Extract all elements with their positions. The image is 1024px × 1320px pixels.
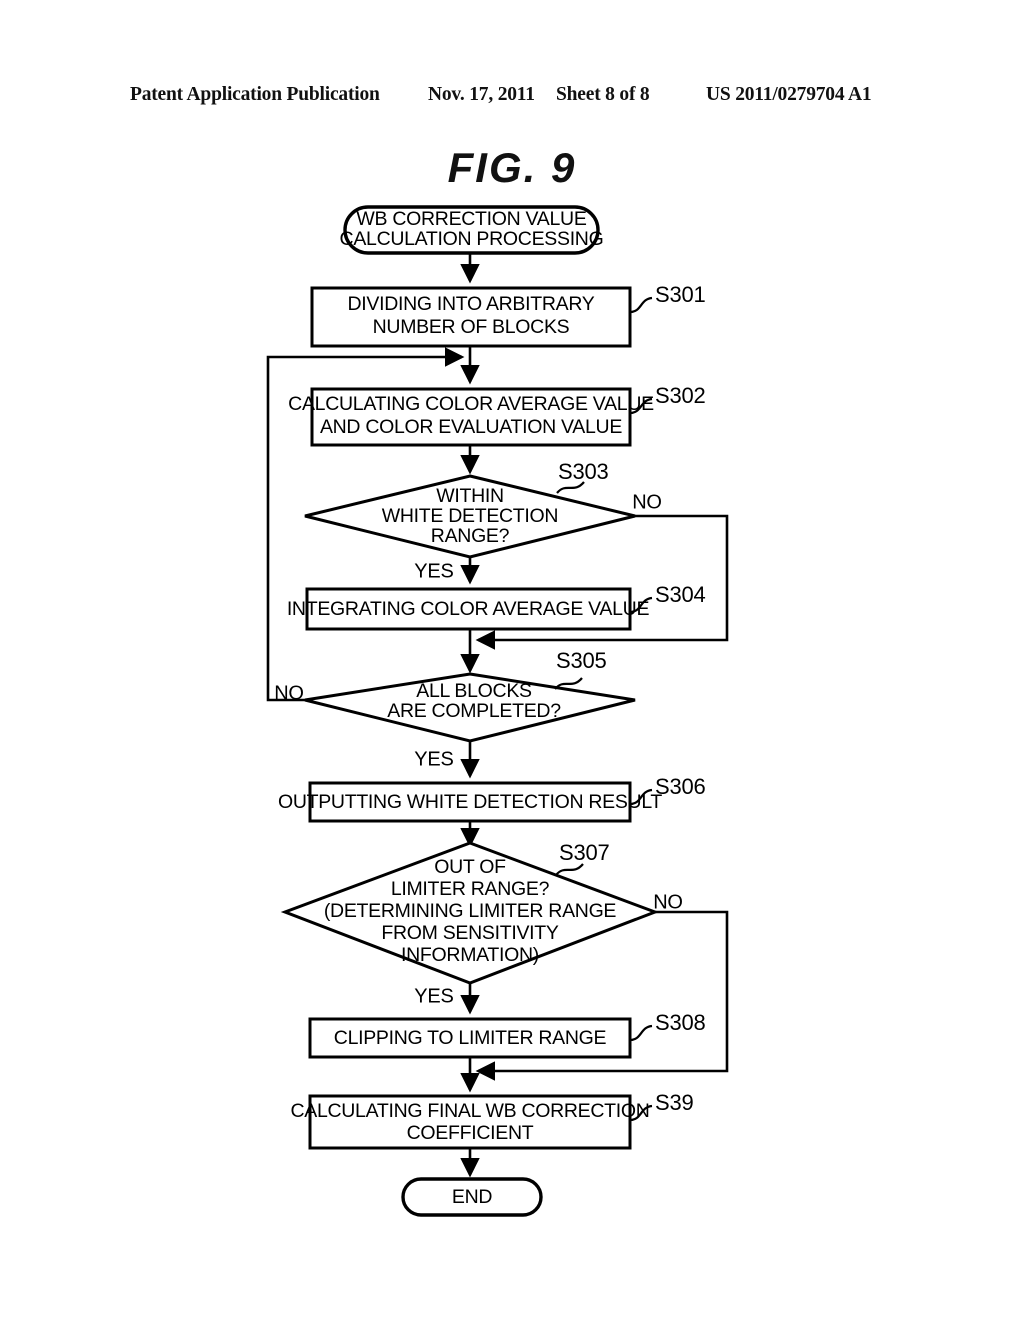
step-id-s301: S301 xyxy=(655,282,706,307)
node-s302-line-1: CALCULATING COLOR AVERAGE VALUE xyxy=(288,393,654,415)
node-s303-line-3: RANGE? xyxy=(431,525,510,547)
node-s301: DIVIDING INTO ARBITRARY NUMBER OF BLOCKS… xyxy=(310,282,706,348)
step-id-s302: S302 xyxy=(655,383,706,408)
node-s307-line-4: FROM SENSITIVITY xyxy=(381,922,559,944)
node-s39-line-1: CALCULATING FINAL WB CORRECTION xyxy=(290,1100,649,1122)
node-start: WB CORRECTION VALUE CALCULATION PROCESSI… xyxy=(340,205,604,255)
node-s307-line-1: OUT OF xyxy=(434,856,506,878)
node-s302: CALCULATING COLOR AVERAGE VALUE AND COLO… xyxy=(288,383,706,447)
node-s308-line-1: CLIPPING TO LIMITER RANGE xyxy=(334,1027,607,1049)
leader-s308 xyxy=(629,1024,653,1042)
node-s39-line-2: COEFFICIENT xyxy=(407,1122,534,1144)
step-id-s304: S304 xyxy=(655,582,706,607)
branch-label-s305-no: NO xyxy=(274,682,304,704)
node-s307-line-3: (DETERMINING LIMITER RANGE xyxy=(324,900,617,922)
node-s302-line-2: AND COLOR EVALUATION VALUE xyxy=(320,416,622,438)
node-s303-line-2: WHITE DETECTION xyxy=(382,505,558,527)
patent-drawing-sheet: Patent Application Publication Nov. 17, … xyxy=(0,0,1024,1320)
branch-label-s307-yes: YES xyxy=(414,985,453,1007)
node-s307-line-2: LIMITER RANGE? xyxy=(391,878,550,900)
step-id-s39: S39 xyxy=(655,1090,694,1115)
step-id-s305: S305 xyxy=(556,648,607,673)
node-s301-line-1: DIVIDING INTO ARBITRARY xyxy=(347,293,594,315)
node-s306-line-1: OUTPUTTING WHITE DETECTION RESULT xyxy=(278,791,662,813)
node-s306: OUTPUTTING WHITE DETECTION RESULT S306 xyxy=(278,774,706,823)
node-s304: INTEGRATING COLOR AVERAGE VALUE S304 xyxy=(287,582,706,631)
node-s305-line-1: ALL BLOCKS xyxy=(416,680,532,702)
branch-label-s303-no: NO xyxy=(632,491,662,513)
leader-s301 xyxy=(629,296,653,314)
branch-label-s303-yes: YES xyxy=(414,560,453,582)
node-end-line-1: END xyxy=(452,1186,492,1208)
node-s307-line-5: INFORMATION) xyxy=(401,944,539,966)
node-start-line-1: WB CORRECTION VALUE xyxy=(356,208,586,230)
flowchart: WB CORRECTION VALUE CALCULATION PROCESSI… xyxy=(266,205,729,1217)
node-s307: OUT OF LIMITER RANGE? (DETERMINING LIMIT… xyxy=(280,840,660,985)
node-s305-line-2: ARE COMPLETED? xyxy=(387,700,561,722)
step-id-s303: S303 xyxy=(558,459,609,484)
node-s303-line-1: WITHIN xyxy=(436,485,504,507)
node-s301-line-2: NUMBER OF BLOCKS xyxy=(373,316,570,338)
branch-label-s307-no: NO xyxy=(653,891,683,913)
node-end: END xyxy=(401,1177,543,1217)
node-s39: CALCULATING FINAL WB CORRECTION COEFFICI… xyxy=(290,1090,694,1150)
node-s303: WITHIN WHITE DETECTION RANGE? S303 xyxy=(304,459,636,559)
node-s308: CLIPPING TO LIMITER RANGE S308 xyxy=(308,1010,706,1059)
node-start-line-2: CALCULATION PROCESSING xyxy=(340,228,604,250)
step-id-s308: S308 xyxy=(655,1010,706,1035)
step-id-s306: S306 xyxy=(655,774,706,799)
step-id-s307: S307 xyxy=(559,840,610,865)
leader-s307 xyxy=(555,863,584,876)
branch-label-s305-yes: YES xyxy=(414,748,453,770)
node-s304-line-1: INTEGRATING COLOR AVERAGE VALUE xyxy=(287,598,650,620)
